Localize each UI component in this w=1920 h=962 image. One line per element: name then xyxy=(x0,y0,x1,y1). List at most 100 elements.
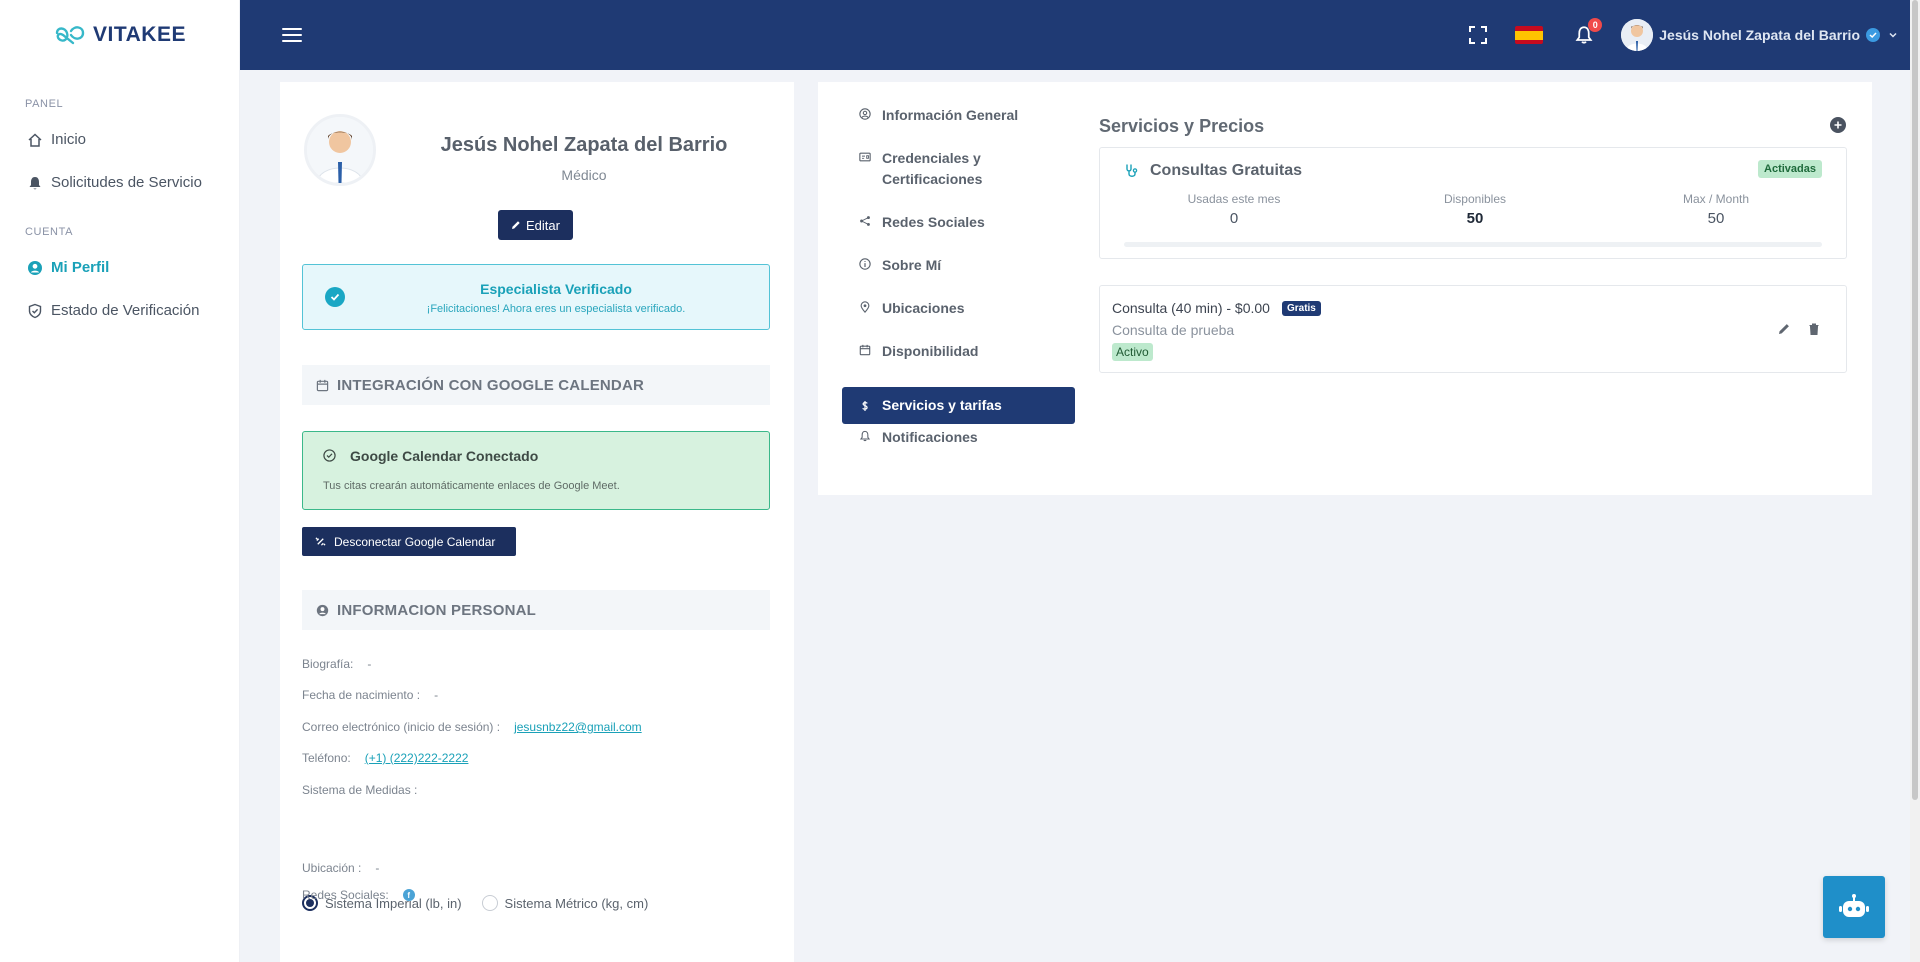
settings-card: Información General Credenciales y Certi… xyxy=(818,82,1872,495)
calendar-icon xyxy=(315,378,329,392)
pencil-icon xyxy=(512,221,520,229)
gcal-section-title: INTEGRACIÓN CON GOOGLE CALENDAR xyxy=(337,376,645,394)
topbar: 0 Jesús Nohel Zapata del Barrio xyxy=(240,0,1910,70)
tab-servicios-tarifas[interactable]: Servicios y tarifas xyxy=(842,387,1075,424)
home-icon xyxy=(25,130,45,150)
sidebar-item-label: Estado de Verificación xyxy=(51,302,200,319)
edit-profile-button[interactable]: Editar xyxy=(498,210,573,240)
fullscreen-icon[interactable] xyxy=(1465,22,1491,48)
profile-card: Jesús Nohel Zapata del Barrio Médico Edi… xyxy=(280,82,794,962)
plus-icon xyxy=(1834,121,1842,129)
dollar-icon xyxy=(858,399,872,413)
bell-icon xyxy=(858,429,872,443)
verified-title: Especialista Verificado xyxy=(480,281,632,297)
stat-used-value: 0 xyxy=(1229,210,1239,227)
sidebar-item-estado-verificacion[interactable]: Estado de Verificación xyxy=(0,289,239,332)
phone-link[interactable]: (+1) (222)222-2222 xyxy=(365,751,469,765)
user-circle-icon xyxy=(315,603,329,617)
phone-row: Teléfono: (+1) (222)222-2222 xyxy=(302,751,468,765)
facebook-icon[interactable]: f xyxy=(402,889,415,901)
calendar-icon xyxy=(858,343,872,357)
tab-disponibilidad[interactable]: Disponibilidad xyxy=(842,341,1075,384)
service-description: Consulta de prueba xyxy=(1112,322,1235,338)
tab-redes-sociales[interactable]: Redes Sociales xyxy=(842,212,1075,255)
verified-text: ¡Felicitaciones! Ahora eres un especiali… xyxy=(426,303,686,315)
bio-row: Biografía: - xyxy=(302,657,371,671)
personal-section-header: INFORMACION PERSONAL xyxy=(302,590,770,630)
user-circle-icon xyxy=(25,258,45,278)
sidebar-item-label: Mi Perfil xyxy=(51,259,110,276)
bio-label: Biografía: xyxy=(302,657,354,671)
logo[interactable]: VITAKEE xyxy=(0,0,239,70)
unlink-icon xyxy=(315,537,326,546)
menu-toggle-button[interactable] xyxy=(282,22,308,48)
free-title: Consultas Gratuitas xyxy=(1150,162,1303,179)
service-status-badge: Activo xyxy=(1112,343,1153,361)
tab-label: Notificaciones xyxy=(882,429,978,445)
check-circle-icon xyxy=(323,449,337,463)
delete-service-button[interactable] xyxy=(1806,321,1822,337)
tab-informacion-general[interactable]: Información General xyxy=(842,105,1075,148)
stat-available-label: Disponibles xyxy=(1443,192,1507,206)
sidebar: VITAKEE PANEL Inicio Solicitudes de Serv… xyxy=(0,0,240,962)
gcal-title: Google Calendar Conectado xyxy=(350,448,539,464)
tab-ubicaciones[interactable]: Ubicaciones xyxy=(842,298,1075,341)
profile-role: Médico xyxy=(561,167,607,183)
bio-value: - xyxy=(367,657,372,671)
info-icon xyxy=(858,257,872,271)
profile-name: Jesús Nohel Zapata del Barrio xyxy=(440,134,728,156)
sidebar-item-inicio[interactable]: Inicio xyxy=(0,118,239,161)
service-item: Consulta (40 min) - $0.00 Gratis Consult… xyxy=(1099,285,1847,373)
personal-section-title: INFORMACION PERSONAL xyxy=(337,601,536,619)
share-icon xyxy=(858,214,872,228)
measure-metric-radio[interactable]: Sistema Métrico (kg, cm) xyxy=(481,895,649,911)
measure-metric-label: Sistema Métrico (kg, cm) xyxy=(504,895,649,911)
sidebar-item-label: Inicio xyxy=(51,131,87,148)
email-row: Correo electrónico (inicio de sesión) : … xyxy=(302,720,642,734)
pencil-icon xyxy=(1779,324,1789,334)
settings-tabs: Información General Credenciales y Certi… xyxy=(842,105,1075,470)
notifications-button[interactable]: 0 xyxy=(1571,18,1603,48)
birthdate-row: Fecha de nacimiento : - xyxy=(302,688,438,702)
user-menu[interactable]: Jesús Nohel Zapata del Barrio xyxy=(1621,0,1910,70)
edit-label: Editar xyxy=(526,217,560,233)
verified-alert: Especialista Verificado ¡Felicitaciones!… xyxy=(302,264,770,330)
email-link[interactable]: jesusnbz22@gmail.com xyxy=(514,720,642,734)
email-label: Correo electrónico (inicio de sesión) : xyxy=(302,720,501,734)
avatar xyxy=(1621,19,1654,51)
gcal-connected-alert: Google Calendar Conectado Tus citas crea… xyxy=(302,431,770,510)
stethoscope-icon xyxy=(1124,163,1140,179)
language-flag-es-icon[interactable] xyxy=(1515,26,1544,44)
tab-label: Servicios y tarifas xyxy=(882,397,1002,413)
user-circle-icon xyxy=(858,107,872,121)
usage-progress-bar xyxy=(1124,242,1822,247)
brand-name: VITAKEE xyxy=(93,23,186,46)
edit-service-button[interactable] xyxy=(1776,321,1792,337)
user-name: Jesús Nohel Zapata del Barrio xyxy=(1659,27,1860,43)
sidebar-item-solicitudes[interactable]: Solicitudes de Servicio xyxy=(0,161,239,204)
scrollbar-thumb[interactable] xyxy=(1912,0,1918,800)
tab-label: Ubicaciones xyxy=(882,300,965,316)
location-row: Ubicación : - xyxy=(302,861,379,875)
page-scrollbar[interactable] xyxy=(1910,0,1920,962)
service-name: Consulta (40 min) - $0.00 xyxy=(1112,300,1270,316)
disconnect-gcal-button[interactable]: Desconectar Google Calendar xyxy=(302,527,516,556)
sidebar-item-mi-perfil[interactable]: Mi Perfil xyxy=(0,246,239,289)
birthdate-label: Fecha de nacimiento : xyxy=(302,688,421,702)
tab-label: Sobre Mí xyxy=(882,257,942,273)
stat-used: Usadas este mes 0 xyxy=(1134,192,1334,227)
free-consultations-card: Consultas Gratuitas Activadas Usadas est… xyxy=(1099,147,1847,259)
add-service-button[interactable] xyxy=(1830,117,1846,133)
location-label: Ubicación : xyxy=(302,861,362,875)
map-pin-icon xyxy=(858,300,872,314)
check-circle-icon xyxy=(325,287,345,307)
tab-sobre-mi[interactable]: Sobre Mí xyxy=(842,255,1075,298)
tab-notificaciones[interactable]: Notificaciones xyxy=(842,427,1075,470)
tab-credenciales[interactable]: Credenciales y Certificaciones xyxy=(842,148,1075,212)
chatbot-button[interactable] xyxy=(1823,876,1885,938)
tab-label: Información General xyxy=(882,107,1019,123)
menu-section-cuenta: CUENTA xyxy=(25,226,74,238)
phone-label: Teléfono: xyxy=(302,751,351,765)
stat-available: Disponibles 50 xyxy=(1375,192,1575,227)
logo-mark-icon xyxy=(55,26,85,45)
